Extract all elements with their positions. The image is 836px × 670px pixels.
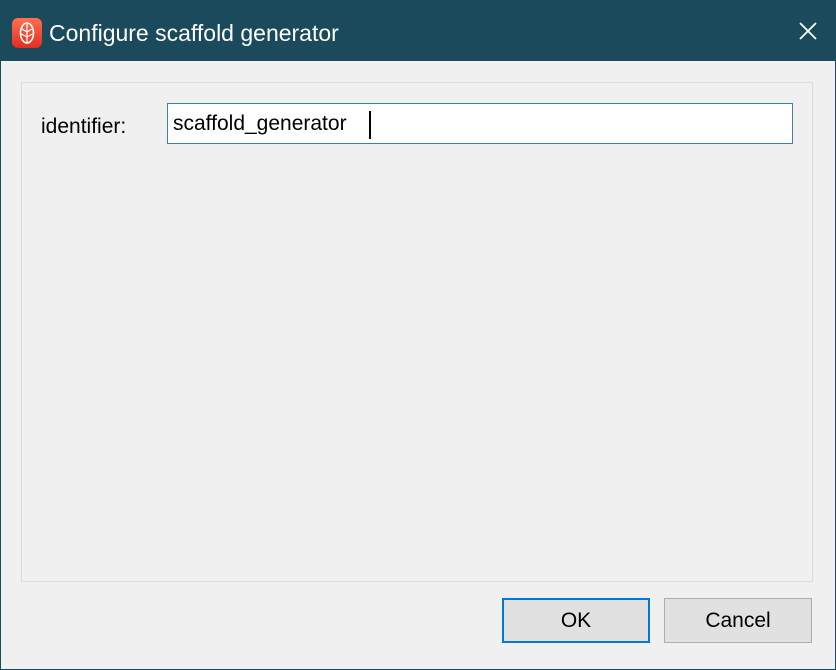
close-icon [799,21,817,40]
app-logo-icon [12,18,42,48]
cancel-button[interactable]: Cancel [664,598,812,643]
close-button[interactable] [779,0,836,61]
text-caret [369,111,371,139]
dialog-window: Configure scaffold generator identifier:… [0,0,836,670]
title-bar[interactable]: Configure scaffold generator [1,0,836,61]
identifier-label: identifier: [41,115,127,138]
content-panel [21,82,813,582]
identifier-input[interactable] [167,103,793,144]
window-title: Configure scaffold generator [49,20,339,46]
ok-button[interactable]: OK [502,598,650,643]
